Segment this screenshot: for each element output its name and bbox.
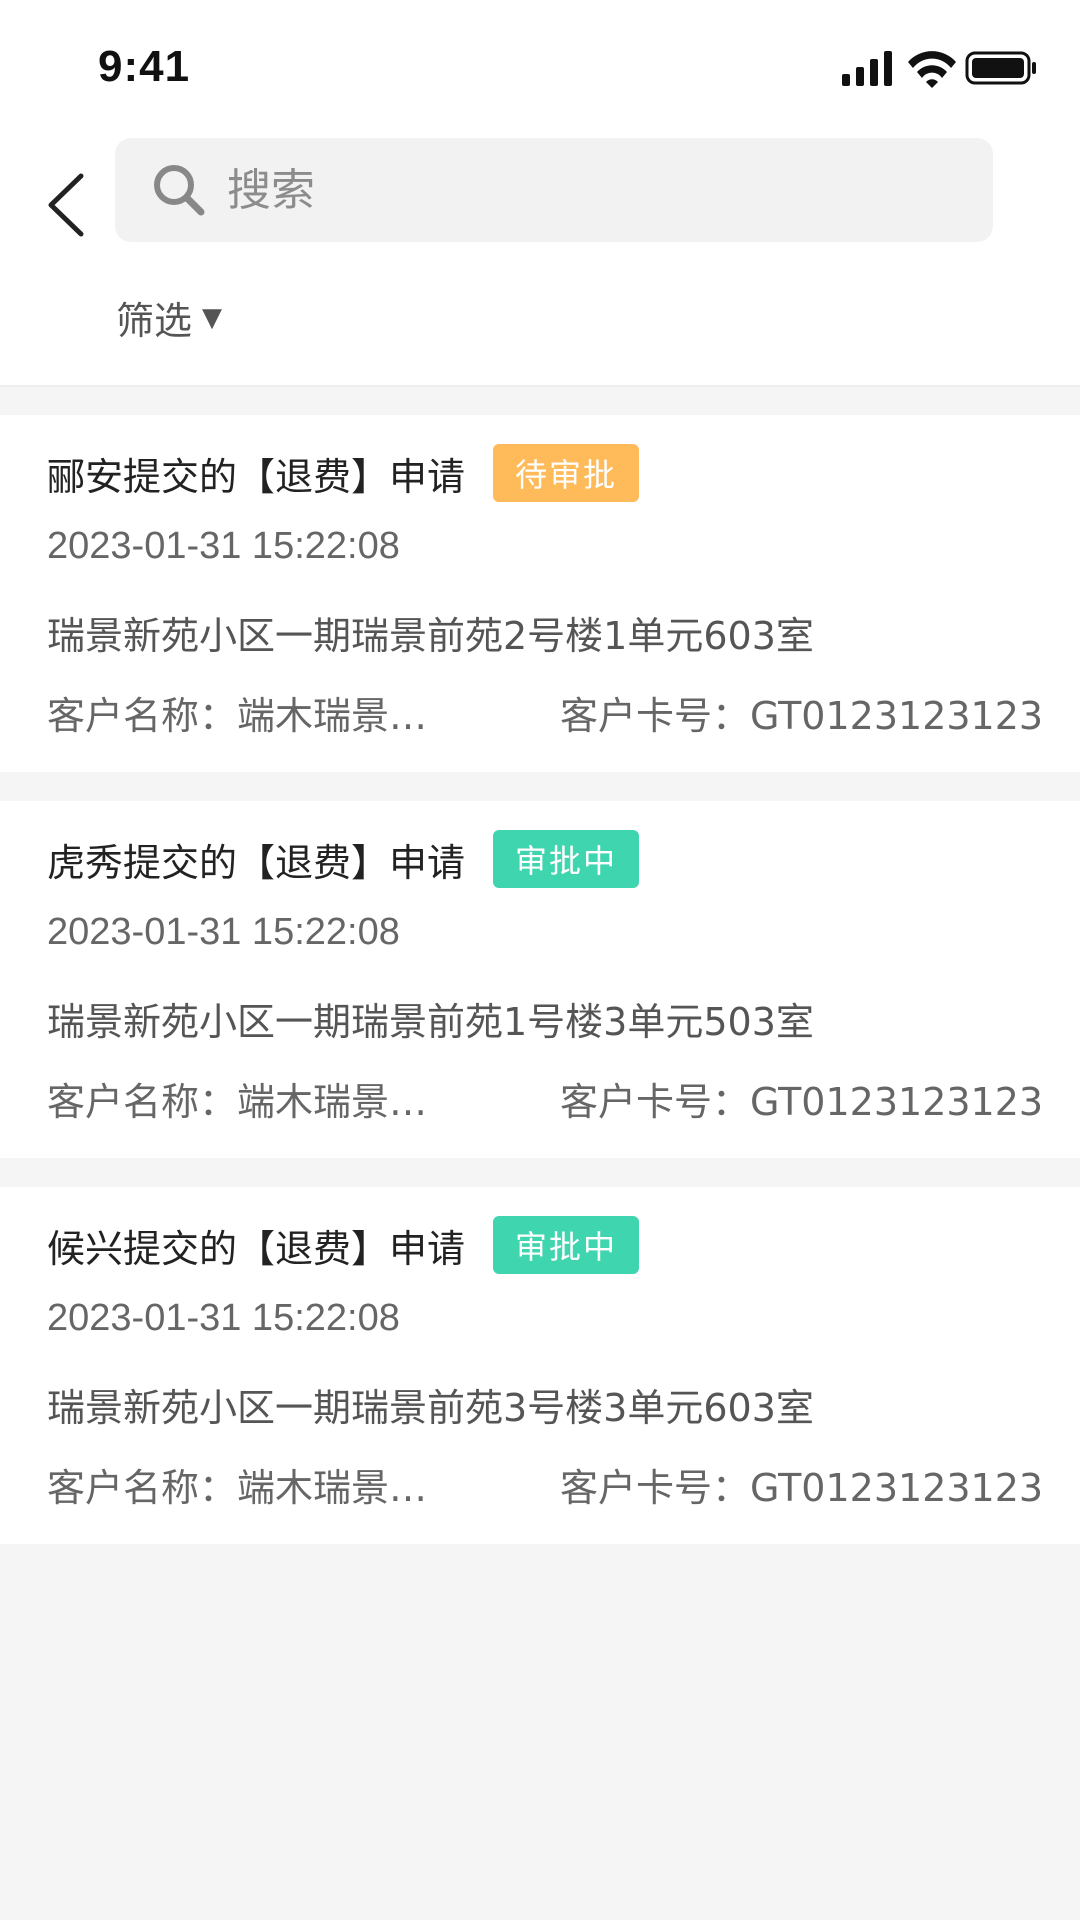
wifi-icon (908, 51, 956, 88)
status-icons (838, 48, 1038, 88)
card-title-row: 候兴提交的【退费】申请 审批中 (47, 1215, 640, 1275)
signal-icon (842, 51, 892, 86)
battery-icon (965, 51, 1036, 85)
card-title: 虎秀提交的【退费】申请 (47, 840, 466, 885)
search-icon (154, 165, 205, 216)
status-time: 9:41 (98, 42, 191, 91)
card-title: 候兴提交的【退费】申请 (47, 1226, 466, 1271)
header: 筛选 ▼ (0, 130, 1080, 387)
status-badge: 审批中 (493, 1216, 640, 1274)
card-address: 瑞景新苑小区一期瑞景前苑2号楼1单元603室 (47, 614, 814, 658)
status-badge: 审批中 (493, 830, 640, 888)
caret-down-icon: ▼ (202, 302, 223, 333)
card-time: 2023-01-31 15:22:08 (47, 1297, 400, 1339)
card-title-row: 虎秀提交的【退费】申请 审批中 (47, 829, 640, 889)
card-address: 瑞景新苑小区一期瑞景前苑1号楼3单元503室 (47, 1000, 814, 1044)
list-item[interactable]: 候兴提交的【退费】申请 审批中 2023-01-31 15:22:08 瑞景新苑… (0, 1187, 1080, 1544)
search-box[interactable] (115, 138, 993, 242)
filter-dropdown[interactable]: 筛选 ▼ (116, 290, 222, 345)
back-button[interactable] (30, 150, 100, 260)
card-title: 郦安提交的【退费】申请 (47, 454, 466, 499)
status-bar: 9:41 (0, 0, 1080, 130)
card-address: 瑞景新苑小区一期瑞景前苑3号楼3单元603室 (47, 1386, 814, 1430)
status-badge: 待审批 (493, 444, 640, 502)
card-title-row: 郦安提交的【退费】申请 待审批 (47, 443, 640, 503)
customer-name: 客户名称：端木瑞景… (47, 1466, 428, 1510)
card-time: 2023-01-31 15:22:08 (47, 525, 400, 567)
customer-card: 客户卡号：GT0123123123 (560, 1080, 1044, 1124)
customer-name: 客户名称：端木瑞景… (47, 1080, 428, 1124)
customer-name: 客户名称：端木瑞景… (47, 694, 428, 738)
application-list: 郦安提交的【退费】申请 待审批 2023-01-31 15:22:08 瑞景新苑… (0, 415, 1080, 1573)
chevron-left-icon (48, 173, 84, 237)
filter-label: 筛选 (116, 299, 193, 343)
list-item[interactable]: 郦安提交的【退费】申请 待审批 2023-01-31 15:22:08 瑞景新苑… (0, 415, 1080, 772)
customer-card: 客户卡号：GT0123123123 (560, 1466, 1044, 1510)
card-time: 2023-01-31 15:22:08 (47, 911, 400, 953)
customer-card: 客户卡号：GT0123123123 (560, 694, 1044, 738)
search-input[interactable] (225, 163, 949, 217)
list-item[interactable]: 虎秀提交的【退费】申请 审批中 2023-01-31 15:22:08 瑞景新苑… (0, 801, 1080, 1158)
